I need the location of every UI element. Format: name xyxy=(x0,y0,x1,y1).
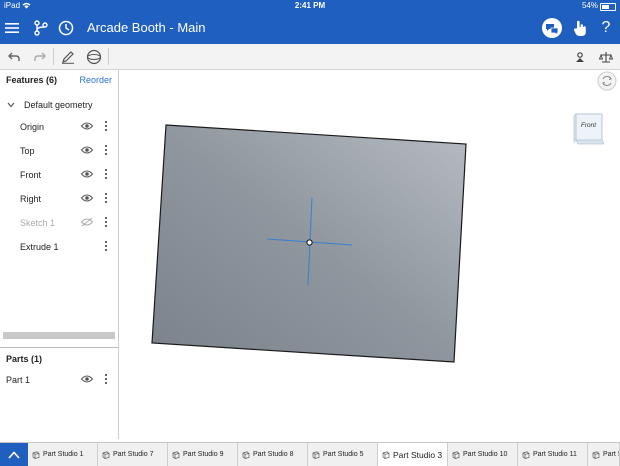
rotate-view-icon[interactable] xyxy=(597,71,617,91)
part-3d-view[interactable] xyxy=(119,70,620,442)
more-options-icon[interactable] xyxy=(104,145,108,157)
more-options-icon[interactable] xyxy=(104,169,108,181)
feature-label: Extrude 1 xyxy=(20,242,59,252)
menu-icon[interactable] xyxy=(0,16,24,40)
measure-icon[interactable] xyxy=(596,47,616,67)
part-label: Part 1 xyxy=(6,375,31,385)
tab-part-studio[interactable]: Part S xyxy=(588,443,620,466)
toolbar-divider xyxy=(108,48,109,65)
feature-label: Top xyxy=(20,146,35,156)
view-cube[interactable]: Front xyxy=(573,112,604,145)
feature-label: Sketch 1 xyxy=(20,218,56,228)
tab-part-studio[interactable]: Part Studio 5 xyxy=(308,443,378,466)
eye-icon[interactable] xyxy=(80,122,94,132)
touch-icon[interactable] xyxy=(568,16,592,40)
branch-icon[interactable] xyxy=(29,16,53,40)
tab-label: Part S xyxy=(603,451,619,458)
tab-label: Part Studio 1 xyxy=(43,451,84,458)
part-studio-icon xyxy=(32,450,40,459)
help-icon[interactable]: ? xyxy=(594,16,618,40)
features-heading: Features (6) xyxy=(6,75,58,85)
chevron-up-icon[interactable] xyxy=(0,443,28,466)
feature-row[interactable]: Origin xyxy=(0,115,118,139)
feature-row[interactable]: Extrude 1 xyxy=(0,235,118,259)
eye-icon[interactable] xyxy=(80,375,94,385)
feature-label: Front xyxy=(20,170,42,180)
feature-row[interactable]: Right xyxy=(0,187,118,211)
feature-label: Right xyxy=(20,194,42,204)
document-title: Arcade Booth - Main xyxy=(87,20,206,35)
clock: 2:41 PM xyxy=(294,1,326,10)
part-studio-icon xyxy=(452,450,460,459)
tab-part-studio[interactable]: Part Studio 8 xyxy=(238,443,308,466)
tab-label: Part Studio 7 xyxy=(113,451,154,458)
more-options-icon[interactable] xyxy=(104,121,108,133)
feature-row[interactable]: Front xyxy=(0,163,118,187)
part-studio-icon xyxy=(312,450,320,459)
tab-label: Part Studio 8 xyxy=(253,451,294,458)
tab-part-studio[interactable]: Part Studio 9 xyxy=(168,443,238,466)
chat-icon[interactable] xyxy=(539,16,565,40)
more-options-icon[interactable] xyxy=(104,241,108,253)
tab-bar: Part Studio 1 Part Studio 7 Part Studio 9 P… xyxy=(0,442,620,466)
part-studio-icon xyxy=(382,450,390,459)
part-studio-icon xyxy=(242,450,250,459)
toolbar xyxy=(0,44,620,70)
tab-part-studio[interactable]: Part Studio 11 xyxy=(518,443,588,466)
tab-part-studio[interactable]: Part Studio 3 xyxy=(378,443,448,466)
view-cube-face-label: Front xyxy=(580,122,597,129)
feature-list-panel: Features (6) Reorder Default geometry Or… xyxy=(0,70,119,346)
workspace-name: Main xyxy=(177,20,206,35)
app-header: Arcade Booth - Main ? xyxy=(0,12,620,44)
redo-icon[interactable] xyxy=(30,47,50,67)
tab-label: Part Studio 10 xyxy=(463,451,508,458)
parts-panel: Parts (1) Part 1 xyxy=(0,347,119,439)
eye-icon[interactable] xyxy=(80,170,94,180)
origin-point[interactable] xyxy=(306,239,313,246)
more-options-icon[interactable] xyxy=(104,217,108,229)
part-studio-icon xyxy=(172,450,180,459)
parts-heading: Parts (1) xyxy=(6,354,43,364)
tab-part-studio[interactable]: Part Studio 7 xyxy=(98,443,168,466)
eye-icon[interactable] xyxy=(80,146,94,156)
battery-percent: 54% xyxy=(581,1,598,10)
reorder-button[interactable]: Reorder xyxy=(79,75,112,85)
feature-row[interactable]: Top xyxy=(0,139,118,163)
panel-resize-handle[interactable] xyxy=(3,332,115,339)
plane-icon[interactable] xyxy=(84,47,104,67)
part-row[interactable]: Part 1 xyxy=(0,368,118,392)
feature-label: Origin xyxy=(20,122,45,132)
mate-connector-icon[interactable] xyxy=(570,47,590,67)
group-label: Default geometry xyxy=(24,100,93,110)
tab-part-studio[interactable]: Part Studio 1 xyxy=(28,443,98,466)
eye-hidden-icon[interactable] xyxy=(80,217,94,228)
status-bar: iPad 2:41 PM 54% xyxy=(0,0,620,12)
tab-label: Part Studio 3 xyxy=(393,449,443,460)
eye-icon[interactable] xyxy=(80,194,94,204)
graphics-area[interactable] xyxy=(119,70,620,442)
chevron-down-icon[interactable] xyxy=(7,100,15,110)
battery-icon xyxy=(600,3,616,11)
toolbar-divider xyxy=(53,48,54,65)
tab-label: Part Studio 5 xyxy=(323,451,364,458)
tab-label: Part Studio 9 xyxy=(183,451,224,458)
part-studio-icon xyxy=(592,450,600,459)
part-studio-icon xyxy=(522,450,530,459)
undo-icon[interactable] xyxy=(4,47,24,67)
part-studio-icon xyxy=(102,450,110,459)
history-icon[interactable] xyxy=(54,16,78,40)
sketch-icon[interactable] xyxy=(58,47,78,67)
feature-row[interactable]: Sketch 1 xyxy=(0,211,118,235)
more-options-icon[interactable] xyxy=(104,193,108,205)
tab-part-studio[interactable]: Part Studio 10 xyxy=(448,443,518,466)
more-options-icon[interactable] xyxy=(104,374,108,386)
document-name: Arcade Booth xyxy=(87,20,166,35)
default-geometry-group[interactable]: Default geometry xyxy=(0,93,118,117)
tab-label: Part Studio 11 xyxy=(533,451,577,458)
